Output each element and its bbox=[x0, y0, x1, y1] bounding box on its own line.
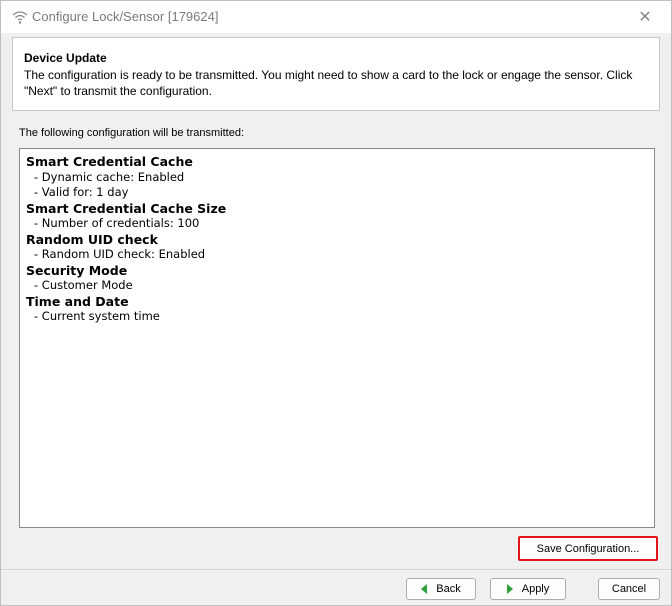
section-item: - Customer Mode bbox=[34, 278, 133, 292]
section-item: - Valid for: 1 day bbox=[34, 185, 129, 199]
configuration-list: Smart Credential Cache - Dynamic cache: … bbox=[20, 149, 654, 325]
footer-divider bbox=[1, 569, 671, 570]
arrow-left-icon bbox=[421, 584, 428, 594]
section-item: - Number of credentials: 100 bbox=[34, 216, 200, 230]
section-heading: Security Mode bbox=[26, 262, 128, 278]
back-label: Back bbox=[436, 583, 461, 595]
configure-lock-dialog: Configure Lock/Sensor [179624] ✕ Device … bbox=[0, 0, 672, 606]
section-item: - Dynamic cache: Enabled bbox=[34, 169, 185, 184]
apply-button[interactable]: Apply bbox=[490, 578, 566, 600]
section-heading: Smart Credential Cache bbox=[26, 154, 193, 169]
header-panel: Device Update The configuration is ready… bbox=[12, 37, 660, 111]
section-heading: Random UID check bbox=[26, 231, 158, 247]
cancel-button[interactable]: Cancel bbox=[598, 578, 660, 600]
back-button[interactable]: Back bbox=[406, 578, 476, 600]
header-title: Device Update bbox=[24, 51, 107, 65]
configuration-text-area[interactable]: Smart Credential Cache - Dynamic cache: … bbox=[19, 148, 655, 528]
wireless-lock-icon bbox=[12, 11, 28, 24]
cancel-label: Cancel bbox=[611, 583, 647, 595]
section-heading: Smart Credential Cache Size bbox=[26, 200, 227, 216]
arrow-right-icon bbox=[506, 584, 513, 594]
section-heading: Time and Date bbox=[26, 293, 129, 309]
window-title: Configure Lock/Sensor [179624] bbox=[32, 9, 219, 24]
close-button[interactable]: ✕ bbox=[625, 3, 665, 31]
close-icon: ✕ bbox=[638, 9, 652, 26]
section-item: - Current system time bbox=[34, 309, 160, 323]
save-configuration-label: Save Configuration... bbox=[536, 542, 640, 555]
header-description: The configuration is ready to be transmi… bbox=[24, 68, 633, 98]
apply-label: Apply bbox=[521, 583, 550, 595]
save-configuration-button[interactable]: Save Configuration... bbox=[518, 536, 658, 561]
intro-label: The following configuration will be tran… bbox=[19, 127, 245, 139]
title-bar: Configure Lock/Sensor [179624] ✕ bbox=[1, 1, 671, 33]
section-item: - Random UID check: Enabled bbox=[34, 247, 206, 261]
